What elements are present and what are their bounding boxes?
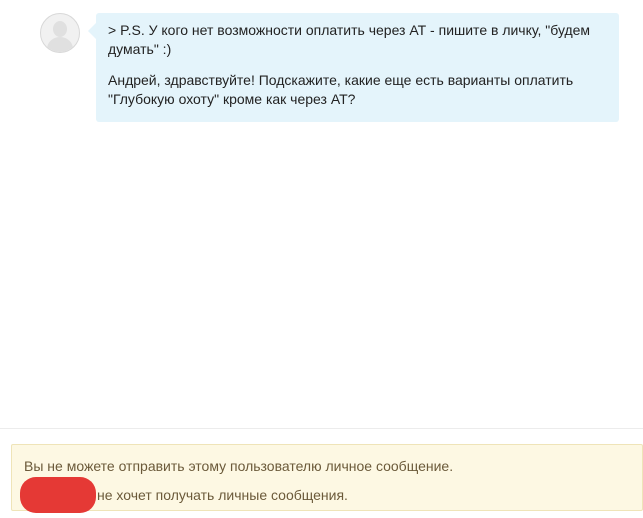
private-message-notice: Вы не можете отправить этому пользовател… — [11, 444, 643, 513]
avatar-body-shape — [47, 37, 73, 52]
notice-line-user-disabled-text: не хочет получать личные сообщения. — [97, 487, 348, 503]
message-quote: > P.S. У кого нет возможности оплатить ч… — [108, 22, 591, 57]
conversation-area: > P.S. У кого нет возможности оплатить ч… — [0, 0, 643, 428]
avatar-head-shape — [53, 21, 67, 37]
message-body: Андрей, здравствуйте! Подскажите, какие … — [108, 72, 574, 107]
notice-line-user-disabled: не хочет получать личные сообщения. — [20, 477, 348, 513]
redacted-username — [20, 477, 96, 513]
section-divider — [0, 428, 643, 429]
notice-line-cannot-send: Вы не можете отправить этому пользовател… — [24, 458, 454, 474]
message-bubble: > P.S. У кого нет возможности оплатить ч… — [88, 13, 619, 122]
default-user-avatar-icon[interactable] — [40, 13, 80, 53]
message-item: > P.S. У кого нет возможности оплатить ч… — [40, 13, 620, 123]
